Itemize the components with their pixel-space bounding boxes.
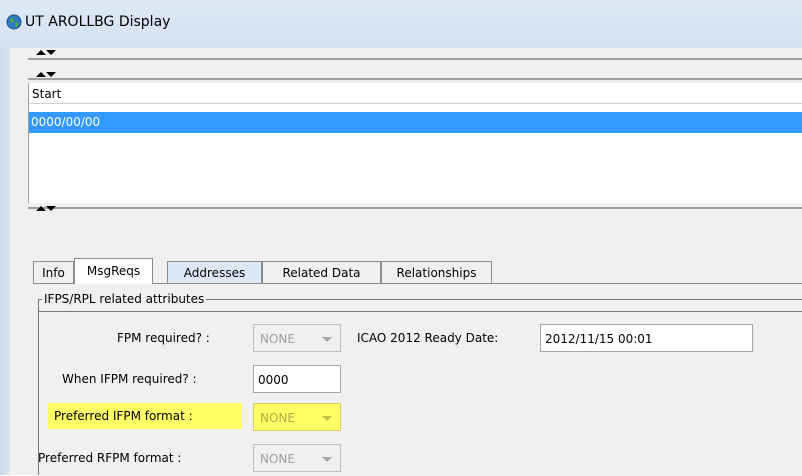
split-divider-line (28, 78, 802, 80)
globe-icon (6, 14, 22, 30)
tab-msgreqs[interactable]: MsgReqs (74, 258, 153, 284)
collapse-expand-arrows-icon[interactable] (30, 49, 62, 61)
split-divider-line (28, 207, 802, 209)
split-divider-line (28, 58, 802, 60)
dropdown-arrow-icon (322, 457, 332, 462)
window-frame (0, 48, 10, 475)
tab-addresses[interactable]: Addresses (167, 261, 262, 283)
tab-relationships[interactable]: Relationships (381, 261, 492, 283)
preferred-rfpm-format-select[interactable]: NONE (253, 444, 341, 472)
icao-ready-date-field[interactable]: 2012/11/15 00:01 (540, 324, 753, 352)
table-column-header[interactable]: Start (29, 83, 802, 104)
dropdown-arrow-icon (322, 337, 332, 342)
records-table: Start 0000/00/00 (28, 83, 802, 203)
window-title: UT AROLLBG Display (25, 14, 171, 30)
column-header-start: Start (32, 87, 62, 101)
when-ifpm-required-label: When IFPM required? : (62, 372, 197, 386)
dropdown-arrow-icon (322, 416, 332, 421)
preferred-rfpm-format-label: Preferred RFPM format : (38, 451, 182, 465)
collapse-expand-arrows-icon[interactable] (30, 205, 62, 217)
group-title: IFPS/RPL related attributes (42, 292, 207, 306)
collapse-expand-arrows-icon[interactable] (30, 66, 62, 78)
window-titlebar[interactable]: UT AROLLBG Display (0, 0, 802, 48)
fpm-required-label: FPM required? : (117, 331, 210, 345)
table-row[interactable]: 0000/00/00 (29, 112, 802, 133)
when-ifpm-required-field[interactable]: 0000 (253, 365, 341, 393)
preferred-ifpm-format-select[interactable]: NONE (253, 403, 341, 431)
tab-related-data[interactable]: Related Data (262, 261, 381, 283)
preferred-ifpm-format-label: Preferred IFPM format : (54, 409, 193, 423)
fpm-required-select[interactable]: NONE (253, 324, 341, 352)
tab-info[interactable]: Info (33, 261, 74, 283)
table-cell-start: 0000/00/00 (31, 115, 101, 129)
icao-ready-date-label: ICAO 2012 Ready Date: (357, 331, 499, 345)
